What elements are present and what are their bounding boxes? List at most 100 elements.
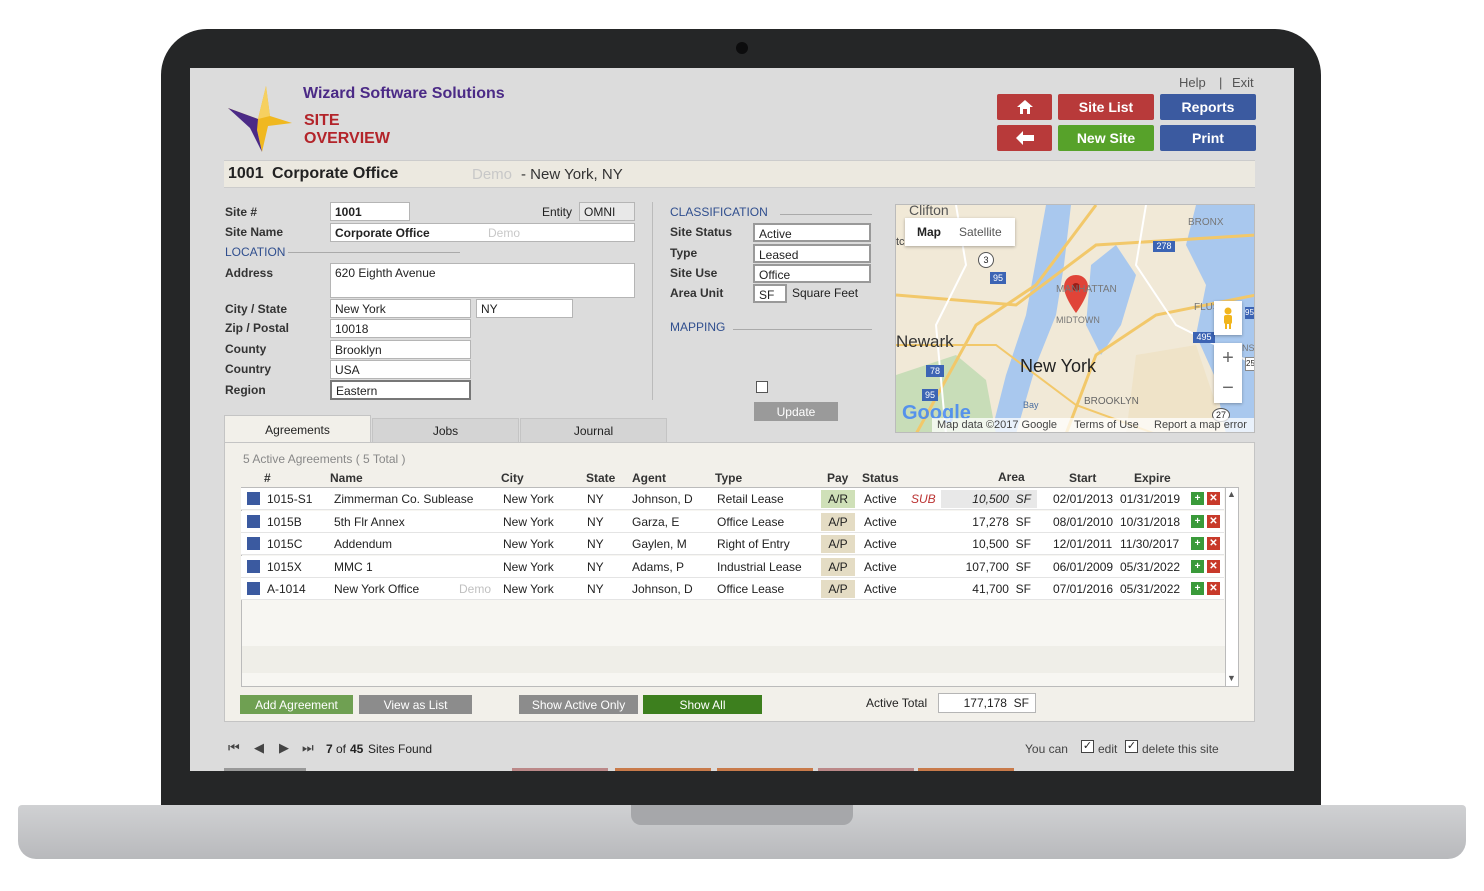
scroll-up-icon[interactable]: ▲ <box>1227 489 1236 499</box>
location-divider <box>288 252 460 253</box>
edit-permission-label: edit <box>1098 742 1118 756</box>
zoom-in-button[interactable]: + <box>1214 345 1242 371</box>
table-row[interactable]: 1015X MMC 1 New York NY Adams, P Industrial L… <box>241 555 1224 578</box>
site-status-select[interactable]: Active <box>753 223 871 242</box>
highway-shield-95: 95 <box>990 272 1006 284</box>
cell-id: 1015X <box>267 559 302 574</box>
bottom-bar-strip-5 <box>818 768 914 771</box>
active-total-field: 177,178 SF <box>938 693 1036 713</box>
address-label: Address <box>225 266 274 280</box>
star-logo-icon <box>228 86 292 152</box>
delete-row-icon[interactable]: ✕ <box>1207 559 1220 573</box>
you-can-label: You can <box>1025 742 1068 756</box>
cell-pay: A/P <box>821 535 855 553</box>
tab-jobs[interactable]: Jobs <box>372 418 519 443</box>
home-button[interactable] <box>997 94 1052 120</box>
street-view-control[interactable] <box>1214 301 1242 335</box>
cell-pay: A/P <box>821 557 855 576</box>
add-row-icon[interactable]: + <box>1191 492 1204 505</box>
cell-state: NY <box>587 559 604 574</box>
first-record-icon[interactable]: ⏮ <box>228 740 240 756</box>
map-terms-link[interactable]: Terms of Use <box>1074 419 1139 431</box>
add-row-icon[interactable]: + <box>1191 582 1204 595</box>
delete-row-icon[interactable]: ✕ <box>1207 514 1220 528</box>
table-row[interactable]: 1015B 5th Flr Annex New York NY Garza, E Offi… <box>241 510 1224 533</box>
cell-id: A-1014 <box>267 582 306 596</box>
header-demo-tag: Demo <box>472 166 513 183</box>
show-all-button[interactable]: Show All <box>643 695 762 714</box>
col-header-start: Start <box>1069 471 1097 485</box>
site-list-button[interactable]: Site List <box>1058 94 1154 120</box>
route-shield-3: 3 <box>978 252 994 268</box>
edit-checkbox[interactable]: ✓ <box>1081 740 1094 753</box>
next-record-icon[interactable]: ▶ <box>279 740 289 756</box>
row-select-marker[interactable] <box>247 492 260 505</box>
table-row[interactable]: 1015-S1 Zimmerman Co. Sublease New York NY J… <box>241 488 1224 510</box>
area-unit-select[interactable]: SF <box>753 284 787 303</box>
table-row[interactable]: A-1014 New York Office Demo New York NY Johns… <box>241 578 1224 600</box>
help-link[interactable]: Help <box>1179 75 1206 90</box>
site-use-select[interactable]: Office <box>753 264 871 283</box>
country-field[interactable]: USA <box>330 360 471 379</box>
map-view[interactable]: Map Satellite Clifton tc BRONX MANHATTAN… <box>895 204 1255 433</box>
camera-icon <box>736 42 748 54</box>
previous-record-icon[interactable]: ◀ <box>254 740 264 756</box>
reports-button[interactable]: Reports <box>1160 94 1256 120</box>
map-type-satellite-button[interactable]: Satellite <box>959 225 1002 239</box>
cell-name: 5th Flr Annex <box>334 514 405 529</box>
add-row-icon[interactable]: + <box>1191 514 1204 528</box>
print-button[interactable]: Print <box>1160 125 1256 151</box>
add-row-icon[interactable]: + <box>1191 559 1204 573</box>
cell-type: Office Lease <box>717 582 785 596</box>
add-agreement-button[interactable]: Add Agreement <box>240 695 353 714</box>
zip-field[interactable]: 10018 <box>330 319 471 338</box>
cell-start: 02/01/2013 <box>1053 492 1114 506</box>
city-field[interactable]: New York <box>330 299 471 318</box>
view-as-list-button[interactable]: View as List <box>359 695 472 714</box>
row-select-marker[interactable] <box>247 582 260 595</box>
cell-agent: Johnson, D <box>632 582 693 596</box>
delete-row-icon[interactable]: ✕ <box>1207 492 1220 505</box>
site-number-field[interactable]: 1001 <box>330 202 410 221</box>
classification-divider <box>780 214 872 215</box>
cell-area: 17,278 SF <box>941 513 1037 531</box>
new-site-button[interactable]: New Site <box>1058 125 1154 151</box>
exit-link[interactable]: Exit <box>1232 75 1254 90</box>
column-divider <box>652 202 653 400</box>
county-field[interactable]: Brooklyn <box>330 340 471 359</box>
table-row[interactable]: 1015C Addendum New York NY Gaylen, M Right of… <box>241 533 1224 555</box>
back-button[interactable] <box>997 125 1052 151</box>
tab-journal[interactable]: Journal <box>520 418 667 443</box>
record-position: 7 <box>326 742 333 756</box>
row-select-marker[interactable] <box>247 537 260 550</box>
table-scrollbar[interactable] <box>1225 487 1239 687</box>
mapping-checkbox[interactable] <box>756 381 768 393</box>
map-report-error-link[interactable]: Report a map error <box>1154 419 1247 431</box>
state-field[interactable]: NY <box>476 299 573 318</box>
delete-row-icon[interactable]: ✕ <box>1207 582 1220 595</box>
last-record-icon[interactable]: ⏭ <box>302 740 314 756</box>
row-select-marker[interactable] <box>247 559 260 573</box>
site-name-field[interactable]: Corporate Office <box>330 223 635 242</box>
table-empty-row <box>242 646 1225 673</box>
cell-agent: Adams, P <box>632 559 685 574</box>
scroll-down-icon[interactable]: ▼ <box>1227 673 1236 683</box>
tab-agreements[interactable]: Agreements <box>224 415 371 443</box>
delete-checkbox[interactable]: ✓ <box>1125 740 1138 753</box>
add-row-icon[interactable]: + <box>1191 537 1204 550</box>
laptop-notch <box>631 805 853 825</box>
cell-status: Active <box>864 514 897 529</box>
region-select[interactable]: Eastern <box>330 380 471 400</box>
row-select-marker[interactable] <box>247 514 260 528</box>
type-select[interactable]: Leased <box>753 244 871 263</box>
show-active-only-button[interactable]: Show Active Only <box>519 695 638 714</box>
delete-row-icon[interactable]: ✕ <box>1207 537 1220 550</box>
col-header-status: Status <box>862 471 899 485</box>
zoom-out-button[interactable]: − <box>1214 375 1242 401</box>
map-type-map-button[interactable]: Map <box>917 225 941 239</box>
col-header-number: # <box>264 471 271 485</box>
entity-field[interactable]: OMNI <box>579 202 635 221</box>
address-field[interactable]: 620 Eighth Avenue <box>330 263 635 298</box>
update-button[interactable]: Update <box>754 402 838 421</box>
cell-area-value: 107,700 <box>965 559 1009 574</box>
